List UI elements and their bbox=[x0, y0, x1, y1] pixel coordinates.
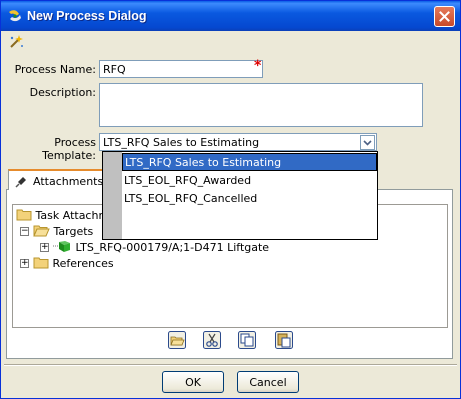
tab-attachments[interactable]: Attachments bbox=[8, 169, 105, 190]
button-separator bbox=[4, 364, 457, 366]
process-name-value: RFQ bbox=[103, 63, 126, 76]
open-icon[interactable] bbox=[168, 331, 186, 349]
dropdown-option-sales-to-estimating[interactable]: LTS_RFQ Sales to Estimating bbox=[122, 153, 377, 171]
tree-label-targets: Targets bbox=[53, 225, 94, 238]
close-icon bbox=[439, 11, 450, 22]
cut-icon[interactable] bbox=[203, 331, 221, 349]
close-button[interactable] bbox=[434, 6, 455, 27]
paste-icon[interactable] bbox=[275, 331, 293, 349]
wizard-icon[interactable] bbox=[8, 34, 24, 50]
combo-dropdown-button[interactable] bbox=[360, 135, 375, 150]
tree-label-target-item: LTS_RFQ-000179/A;1-D471 Liftgate bbox=[75, 241, 270, 254]
cancel-button[interactable]: Cancel bbox=[237, 371, 299, 393]
tree-label-root: Task Attachm bbox=[35, 209, 110, 222]
copy-icon[interactable] bbox=[238, 331, 256, 349]
tree-node-targets[interactable]: − Targets bbox=[20, 224, 93, 238]
tab-label: Attachments bbox=[33, 175, 104, 188]
attachment-icon bbox=[15, 177, 26, 188]
dialog-window: New Process Dialog Process Name: RFQ * D… bbox=[0, 0, 461, 399]
folder-icon bbox=[33, 257, 49, 269]
dropdown-gutter bbox=[103, 152, 122, 239]
tree-label-references: References bbox=[52, 257, 114, 270]
template-dropdown-list[interactable]: LTS_RFQ Sales to Estimating LTS_EOL_RFQ_… bbox=[102, 151, 378, 240]
tree-node-root[interactable]: Task Attachm bbox=[16, 208, 109, 222]
process-name-label: Process Name: bbox=[14, 63, 96, 76]
dropdown-option-awarded[interactable]: LTS_EOL_RFQ_Awarded bbox=[122, 172, 377, 190]
window-title: New Process Dialog bbox=[27, 9, 147, 23]
chevron-down-icon bbox=[363, 139, 372, 146]
required-marker: * bbox=[254, 58, 262, 74]
title-bar[interactable]: New Process Dialog bbox=[1, 1, 460, 31]
process-name-input[interactable]: RFQ bbox=[99, 60, 263, 78]
process-template-label: Process Template: bbox=[42, 136, 96, 162]
item-revision-icon bbox=[53, 241, 70, 252]
tree-node-target-item[interactable]: + LTS_RFQ-000179/A;1-D471 Liftgate bbox=[40, 240, 269, 254]
process-template-value: LTS_RFQ Sales to Estimating bbox=[103, 136, 260, 149]
expand-icon[interactable]: + bbox=[40, 243, 49, 252]
dropdown-option-cancelled[interactable]: LTS_EOL_RFQ_Cancelled bbox=[122, 190, 377, 208]
tree-node-references[interactable]: + References bbox=[20, 256, 114, 270]
description-label: Description: bbox=[29, 86, 96, 99]
collapse-icon[interactable]: − bbox=[20, 227, 29, 236]
folder-icon bbox=[16, 209, 32, 221]
process-template-combo[interactable]: LTS_RFQ Sales to Estimating bbox=[99, 133, 377, 151]
folder-open-icon bbox=[33, 225, 50, 237]
app-logo-icon bbox=[9, 10, 21, 22]
dialog-body: Process Name: RFQ * Description: Process… bbox=[4, 31, 457, 397]
expand-icon[interactable]: + bbox=[20, 259, 29, 268]
ok-button[interactable]: OK bbox=[162, 371, 224, 393]
description-textarea[interactable] bbox=[99, 83, 423, 127]
